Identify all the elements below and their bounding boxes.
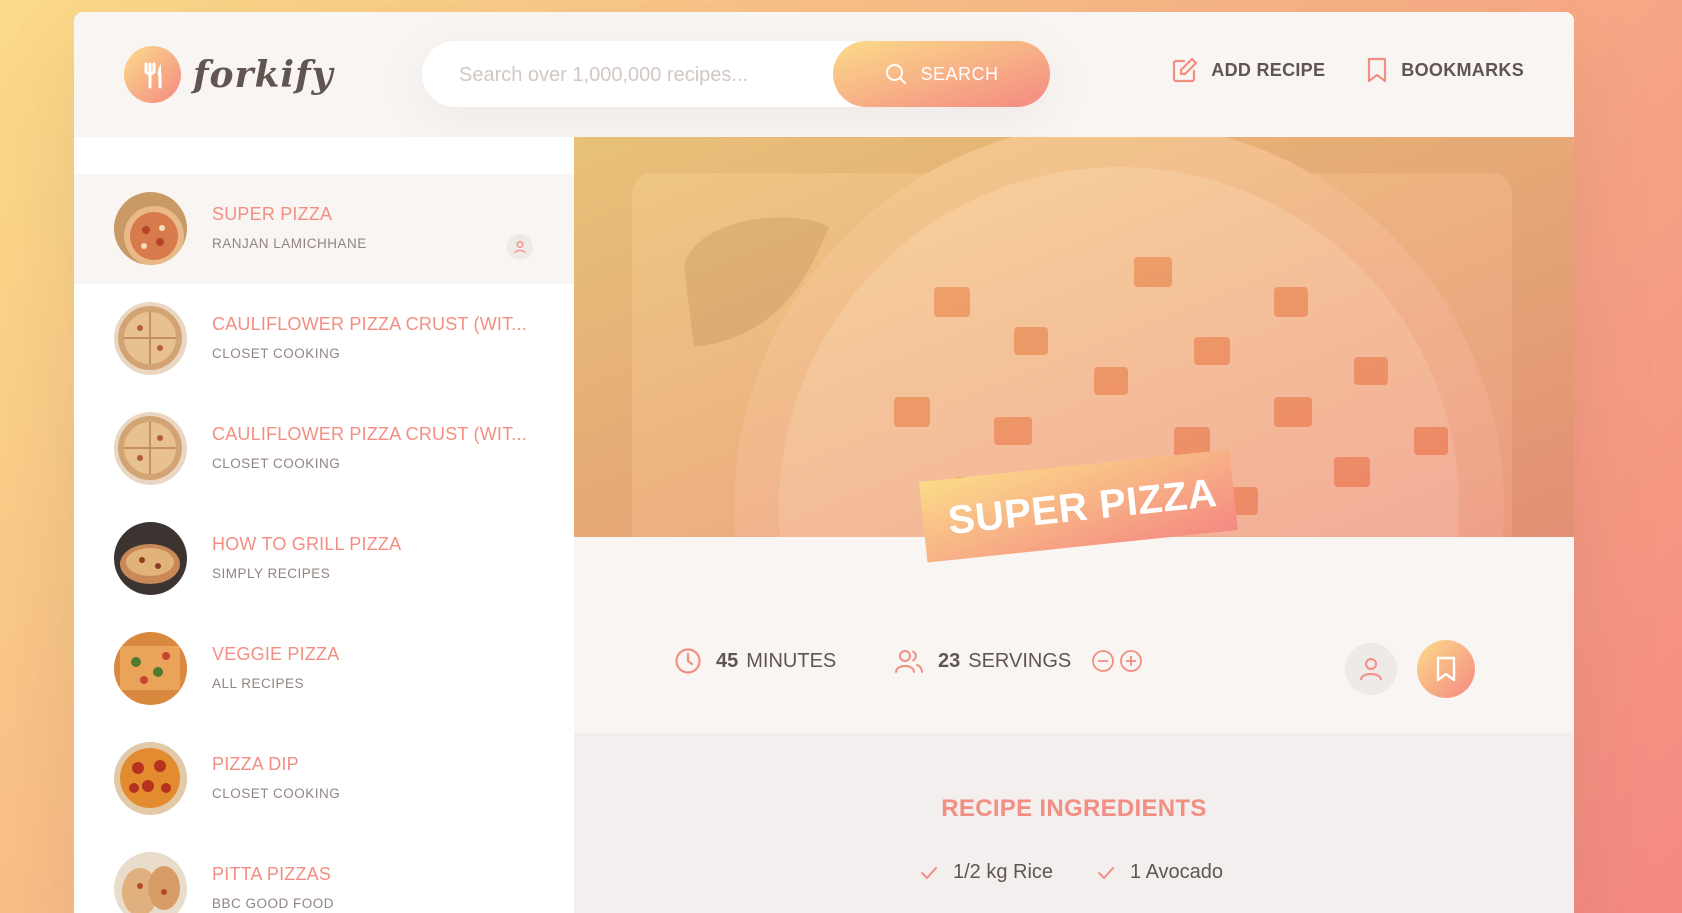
result-title: CAULIFLOWER PIZZA CRUST (WIT... — [212, 314, 527, 334]
result-title: SUPER PIZZA — [212, 204, 333, 224]
recipe-thumbnail — [114, 302, 187, 375]
result-publisher: CLOSET COOKING — [212, 346, 341, 361]
result-title: CAULIFLOWER PIZZA CRUST (WIT... — [212, 424, 527, 444]
check-icon — [1098, 866, 1114, 879]
recipe-thumbnail — [114, 412, 187, 485]
result-publisher: CLOSET COOKING — [212, 456, 341, 471]
search-results: SUPER PIZZA RANJAN LAMICHHANE CAULIFLOWE… — [74, 137, 574, 913]
list-item[interactable]: SUPER PIZZA RANJAN LAMICHHANE — [74, 174, 574, 284]
list-item[interactable]: HOW TO GRILL PIZZA SIMPLY RECIPES — [74, 504, 574, 614]
recipe-thumbnail — [114, 632, 187, 705]
header: forkify SEARCH ADD RECIPE — [74, 12, 1574, 137]
user-generated-badge — [507, 234, 533, 260]
ingredient-text: 1 Avocado — [1130, 861, 1224, 883]
minutes-label: MINUTES — [746, 649, 837, 672]
minutes-value: 45 — [716, 649, 739, 672]
result-publisher: CLOSET COOKING — [212, 786, 341, 801]
result-publisher: BBC GOOD FOOD — [212, 896, 335, 911]
result-publisher: RANJAN LAMICHHANE — [212, 236, 367, 251]
add-recipe-label: ADD RECIPE — [1211, 59, 1326, 80]
user-icon — [1360, 658, 1382, 681]
list-item[interactable]: PIZZA DIP CLOSET COOKING — [74, 724, 574, 834]
search-input[interactable] — [457, 41, 821, 109]
recipe-thumbnail — [114, 192, 187, 265]
clock-icon — [675, 648, 701, 674]
search-button[interactable]: SEARCH — [833, 41, 1050, 107]
search-button-label: SEARCH — [920, 63, 999, 84]
recipe-view: SUPER PIZZA 45 MINUTES 23 SERVINGS RECIP… — [574, 137, 1574, 913]
users-icon — [895, 650, 923, 673]
add-recipe-button[interactable]: ADD RECIPE — [1171, 56, 1325, 84]
servings-value: 23 — [938, 649, 961, 672]
recipe-thumbnail — [114, 852, 187, 913]
nav: ADD RECIPE BOOKMARKS — [1171, 56, 1524, 84]
fork-knife-icon — [124, 46, 181, 103]
ingredient-item: 1/2 kg Rice — [919, 861, 1053, 884]
app-container: forkify SEARCH ADD RECIPE — [74, 12, 1574, 913]
ingredients-section: RECIPE INGREDIENTS 1/2 kg Rice 1 Avocado — [574, 733, 1574, 913]
ingredient-text: 1/2 kg Rice — [953, 861, 1054, 883]
list-item[interactable]: VEGGIE PIZZA ALL RECIPES — [74, 614, 574, 724]
result-publisher: ALL RECIPES — [212, 676, 305, 691]
result-title: PITTA PIZZAS — [212, 864, 332, 884]
bookmarks-label: BOOKMARKS — [1401, 59, 1524, 80]
user-generated-button — [1345, 643, 1397, 695]
cooking-time: 45 MINUTES — [674, 647, 836, 675]
servings-label: SERVINGS — [968, 649, 1072, 672]
plus-circle-icon[interactable] — [1119, 649, 1143, 673]
list-item[interactable]: PITTA PIZZAS BBC GOOD FOOD — [74, 834, 574, 913]
minus-circle-icon[interactable] — [1091, 649, 1115, 673]
bookmarks-button[interactable]: BOOKMARKS — [1365, 56, 1524, 84]
check-icon — [921, 866, 937, 879]
bookmark-icon — [1436, 656, 1456, 682]
recipe-details: 45 MINUTES 23 SERVINGS — [574, 537, 1574, 733]
edit-icon — [1173, 57, 1198, 83]
result-publisher: SIMPLY RECIPES — [212, 566, 331, 581]
list-item[interactable]: CAULIFLOWER PIZZA CRUST (WIT... CLOSET C… — [74, 394, 574, 504]
logo[interactable]: forkify — [124, 46, 334, 103]
list-item[interactable]: CAULIFLOWER PIZZA CRUST (WIT... CLOSET C… — [74, 284, 574, 394]
result-title: HOW TO GRILL PIZZA — [212, 534, 402, 554]
recipe-thumbnail — [114, 522, 187, 595]
bookmark-button[interactable] — [1417, 640, 1475, 698]
search-icon — [886, 64, 907, 84]
search-form: SEARCH — [422, 41, 1050, 109]
logo-text: forkify — [193, 53, 334, 96]
bookmark-icon — [1368, 57, 1387, 83]
servings: 23 SERVINGS — [894, 647, 1143, 675]
recipe-thumbnail — [114, 742, 187, 815]
user-icon — [514, 241, 526, 254]
ingredient-item: 1 Avocado — [1096, 861, 1223, 884]
result-title: VEGGIE PIZZA — [212, 644, 340, 664]
result-title: PIZZA DIP — [212, 754, 299, 774]
ingredients-heading: RECIPE INGREDIENTS — [941, 795, 1207, 822]
